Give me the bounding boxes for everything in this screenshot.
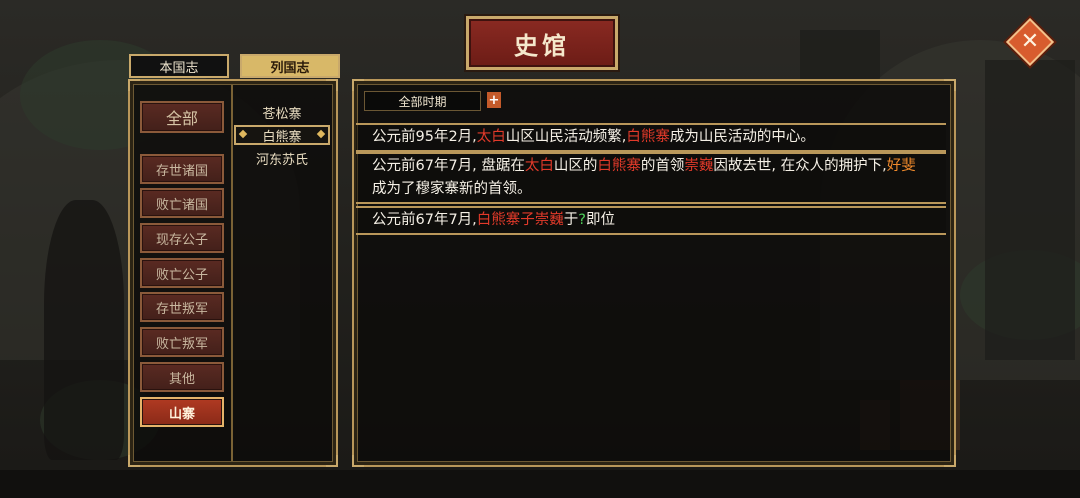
entry-text: 因故去世, 在众人的拥护下, — [713, 158, 887, 174]
category-panel: 全部 存世诸国 败亡诸国 现存公子 败亡公子 存世叛军 败亡叛军 其他 山寨 苍… — [128, 79, 338, 467]
frame-corner — [944, 79, 956, 91]
category-fallen-rebels[interactable]: 败亡叛军 — [140, 327, 224, 357]
chronicle-panel: 全部时期 + 公元前95年2月,太白山区山民活动频繁,白熊寨成为山民活动的中心。… — [352, 79, 956, 467]
frame-corner — [128, 455, 140, 467]
entry-text: 成为山民活动的中心。 — [669, 129, 815, 145]
period-dropdown[interactable]: 全部时期 — [364, 91, 481, 111]
category-existing-rebels[interactable]: 存世叛军 — [140, 292, 224, 322]
entry-text: 的首领 — [640, 158, 685, 174]
sub-item-cangsong[interactable]: 苍松寨 — [234, 102, 330, 122]
tab-local-history[interactable]: 本国志 — [129, 54, 229, 78]
entry-text: 即位 — [586, 212, 615, 228]
entry-text: 公元前67年7月, — [372, 212, 477, 228]
highlighted-name: 好斐 — [886, 158, 916, 174]
category-existing-states[interactable]: 存世诸国 — [140, 154, 224, 184]
highlighted-name: 崇巍 — [684, 158, 714, 174]
close-button[interactable]: ✕ — [1005, 17, 1055, 67]
page-title: 史馆 — [466, 16, 618, 70]
category-fallen-princes[interactable]: 败亡公子 — [140, 258, 224, 288]
category-living-princes[interactable]: 现存公子 — [140, 223, 224, 253]
highlighted-name: 白熊寨 — [597, 158, 641, 174]
category-mountain-forts[interactable]: 山寨 — [140, 397, 224, 427]
tab-other-states[interactable]: 列国志 — [240, 54, 340, 78]
entry-text: 公元前95年2月, — [372, 129, 477, 145]
category-all[interactable]: 全部 — [140, 101, 224, 133]
chronicle-entry: 公元前95年2月,太白山区山民活动频繁,白熊寨成为山民活动的中心。 — [356, 123, 946, 152]
selection-diamond-icon — [316, 129, 326, 139]
frame-corner — [352, 79, 364, 91]
frame-corner — [326, 79, 338, 91]
plus-icon[interactable]: + — [487, 92, 501, 108]
highlighted-name: 白熊寨子崇巍 — [476, 212, 564, 228]
frame-corner — [326, 455, 338, 467]
chronicle-entry: 公元前67年7月,白熊寨子崇巍于?即位 — [356, 206, 946, 235]
sub-item-label: 白熊寨 — [262, 129, 302, 145]
chronicle-entry: 公元前67年7月, 盘踞在太白山区的白熊寨的首领崇巍因故去世, 在众人的拥护下,… — [356, 152, 946, 204]
entry-text: 成为了穆家寨新的首领。 — [372, 181, 532, 197]
sub-item-hedong-su[interactable]: 河东苏氏 — [234, 148, 330, 168]
frame-corner — [128, 79, 140, 91]
sub-item-baixiong[interactable]: 白熊寨 — [234, 125, 330, 145]
frame-corner — [352, 455, 364, 467]
panel-divider — [231, 85, 233, 461]
highlighted-name: 白熊寨 — [626, 129, 670, 145]
highlighted-name: 太白 — [476, 129, 506, 145]
entry-text: 山区山民活动频繁, — [505, 129, 627, 145]
category-fallen-states[interactable]: 败亡诸国 — [140, 188, 224, 218]
category-other[interactable]: 其他 — [140, 362, 224, 392]
highlighted-name: 太白 — [524, 158, 554, 174]
sub-item-label: 苍松寨 — [262, 106, 302, 122]
frame-corner — [944, 455, 956, 467]
entry-text: 山区的 — [553, 158, 598, 174]
entry-text: 公元前67年7月, 盘踞在 — [372, 158, 525, 174]
selection-diamond-icon — [238, 129, 248, 139]
entry-text: 于 — [563, 212, 579, 228]
sub-item-label: 河东苏氏 — [255, 152, 308, 168]
close-icon: ✕ — [1020, 29, 1040, 54]
highlighted-name: ? — [578, 212, 586, 228]
